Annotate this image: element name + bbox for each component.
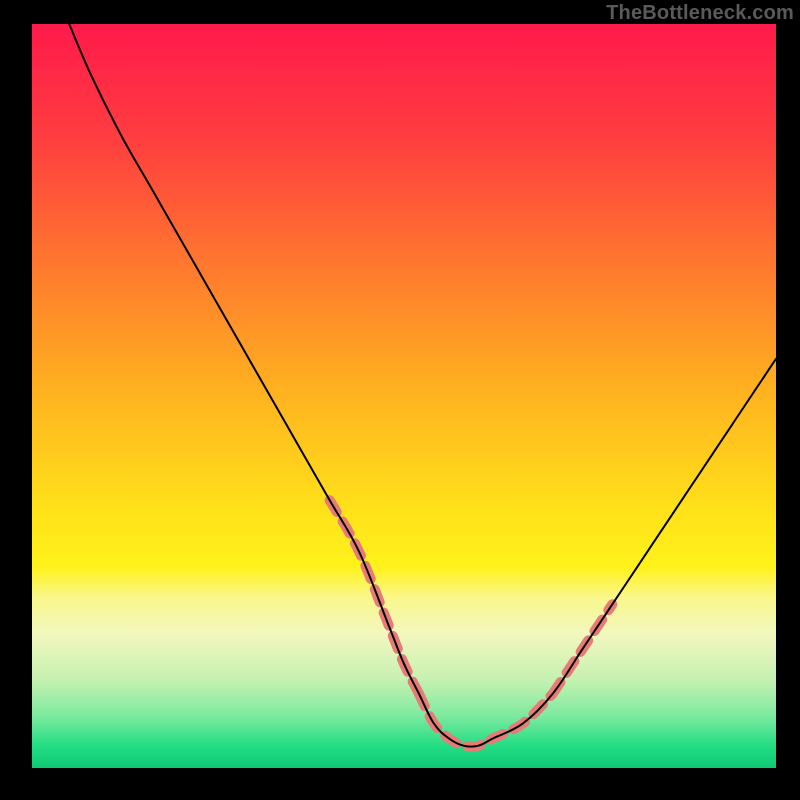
marker-segment-left <box>330 500 419 693</box>
watermark-text: TheBottleneck.com <box>606 2 794 25</box>
marker-segment-bottom <box>419 694 553 747</box>
chart-svg <box>32 24 776 768</box>
plot-area <box>32 24 776 768</box>
chart-frame: TheBottleneck.com <box>0 0 800 800</box>
bottleneck-curve <box>69 24 776 747</box>
